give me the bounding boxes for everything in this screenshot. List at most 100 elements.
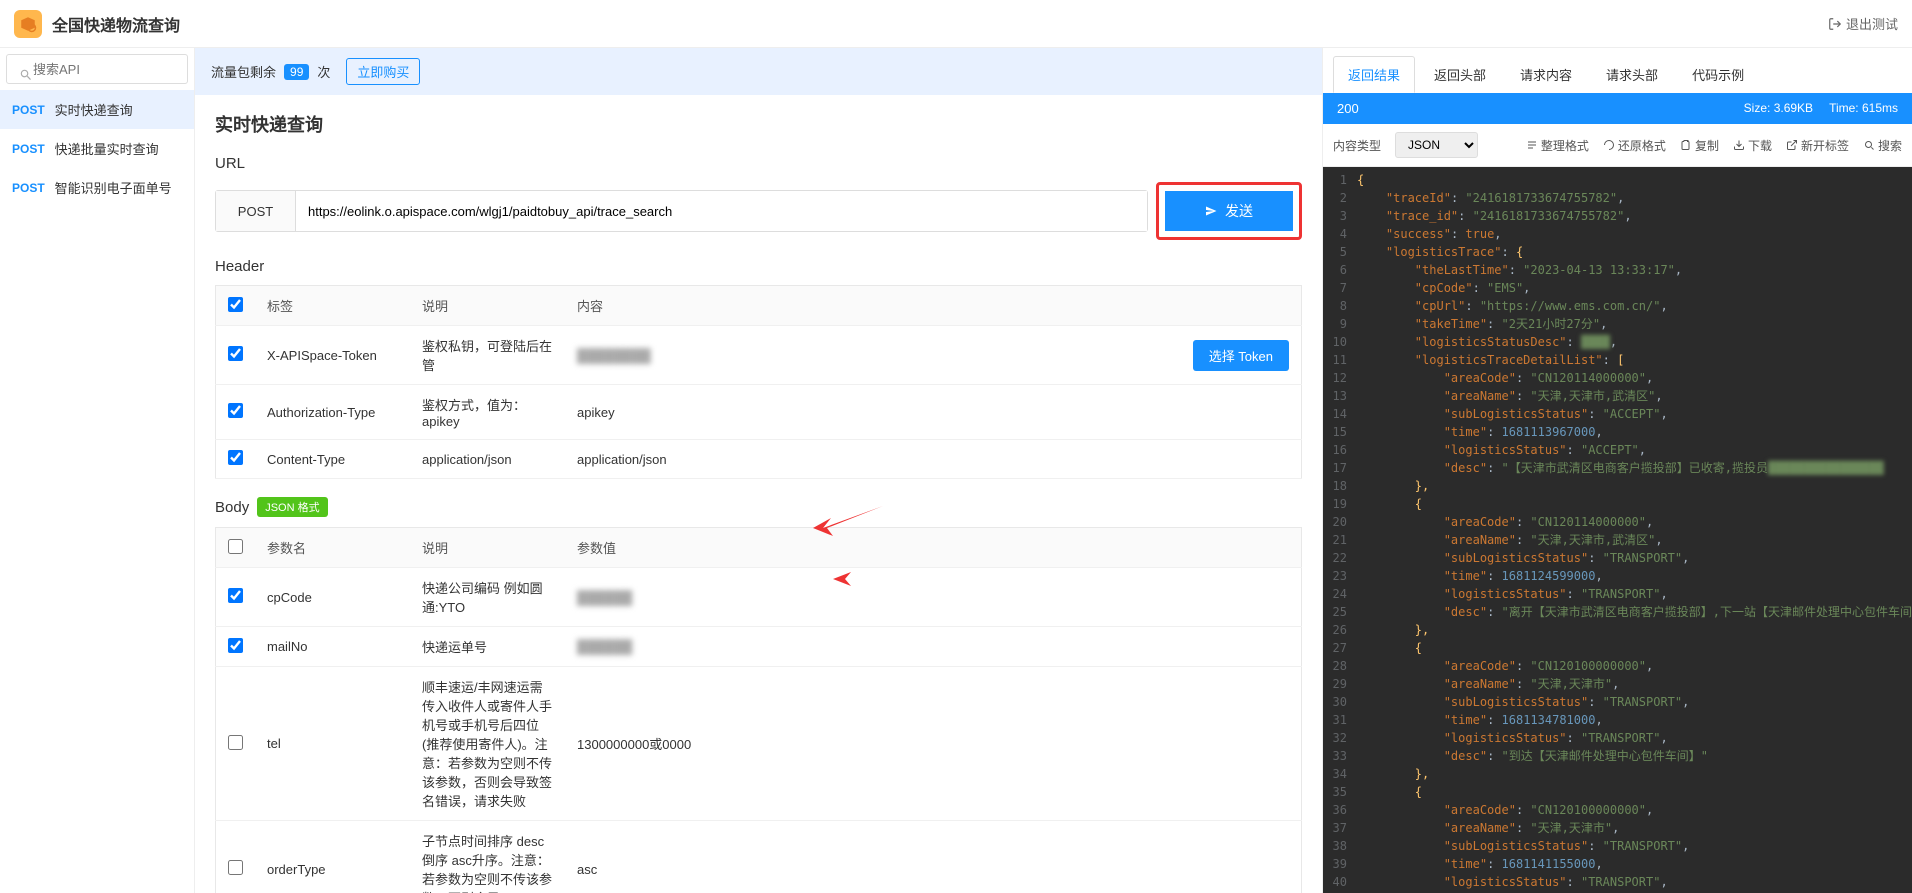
response-tab-3[interactable]: 请求头部 [1591, 56, 1673, 93]
send-highlight-box: 发送 [1156, 182, 1302, 240]
toolbar-action-5[interactable]: 搜索 [1863, 137, 1902, 154]
buy-now-button[interactable]: 立即购买 [346, 58, 420, 85]
header-row: Authorization-Type 鉴权方式，值为：apikey apikey [216, 385, 1302, 440]
body-row: orderType 子节点时间排序 desc倒序 asc升序。注意：若参数为空则… [216, 821, 1302, 893]
body-row-check[interactable] [228, 860, 243, 875]
body-table: 参数名 说明 参数值 cpCode 快递公司编码 例如圆通:YTO ██████… [215, 527, 1302, 893]
url-section-label: URL [215, 155, 1302, 172]
header-name: X-APISpace-Token [255, 326, 410, 385]
header-desc: 鉴权私钥，可登陆后在管 [410, 326, 565, 385]
toolbar-action-3[interactable]: 下载 [1733, 137, 1772, 154]
search-input[interactable] [6, 54, 188, 84]
body-value: asc [577, 862, 597, 877]
body-col-name: 参数名 [255, 528, 410, 568]
header-col-content: 内容 [565, 286, 1302, 326]
response-tab-0[interactable]: 返回结果 [1333, 56, 1415, 93]
toolbar-action-1[interactable]: 还原格式 [1603, 137, 1666, 154]
url-input[interactable] [296, 191, 1147, 231]
toolbar-action-2[interactable]: 复制 [1680, 137, 1719, 154]
toolbar-action-label: 新开标签 [1801, 137, 1849, 154]
send-label: 发送 [1225, 201, 1253, 221]
header-col-desc: 说明 [410, 286, 565, 326]
header-name: Authorization-Type [255, 385, 410, 440]
header-row: Content-Type application/json applicatio… [216, 440, 1302, 479]
toolbar-action-4[interactable]: 新开标签 [1786, 137, 1849, 154]
toolbar-icon [1863, 139, 1875, 151]
toolbar-action-label: 整理格式 [1541, 137, 1589, 154]
status-code: 200 [1337, 101, 1359, 116]
header-row: X-APISpace-Token 鉴权私钥，可登陆后在管 ████████ 选择 … [216, 326, 1302, 385]
json-format-badge: JSON 格式 [257, 497, 327, 517]
header-desc: application/json [410, 440, 565, 479]
nav-label: 快递批量实时查询 [55, 139, 159, 158]
send-button[interactable]: 发送 [1165, 191, 1293, 231]
body-checkall[interactable] [228, 539, 243, 554]
response-tab-4[interactable]: 代码示例 [1677, 56, 1759, 93]
body-name: cpCode [255, 568, 410, 627]
header-row-check[interactable] [228, 346, 243, 361]
toolbar-icon [1733, 139, 1745, 151]
status-bar: 200 Size: 3.69KB Time: 615ms [1323, 93, 1912, 124]
body-name: tel [255, 667, 410, 821]
body-desc: 快递运单号 [410, 627, 565, 667]
header-content: ████████ [577, 348, 651, 363]
topbar: 全国快递物流查询 退出测试 [0, 0, 1912, 48]
body-row: tel 顺丰速运/丰网速运需传入收件人或寄件人手机号或手机号后四位(推荐使用寄件… [216, 667, 1302, 821]
header-name: Content-Type [255, 440, 410, 479]
body-row-check[interactable] [228, 638, 243, 653]
send-icon [1205, 205, 1217, 217]
response-editor[interactable]: 1{2 "traceId": "2416181733674755782",3 "… [1323, 167, 1912, 893]
nav-method: POST [12, 181, 45, 195]
body-row: mailNo 快递运单号 ██████ [216, 627, 1302, 667]
response-panel: 返回结果返回头部请求内容请求头部代码示例 200 Size: 3.69KB Ti… [1322, 48, 1912, 893]
exit-label: 退出测试 [1846, 14, 1898, 33]
quota-count-badge: 99 [284, 64, 309, 80]
sidebar-item-0[interactable]: POST实时快递查询 [0, 90, 194, 129]
select-token-button[interactable]: 选择 Token [1193, 340, 1289, 371]
body-desc: 顺丰速运/丰网速运需传入收件人或寄件人手机号或手机号后四位(推荐使用寄件人)。注… [410, 667, 565, 821]
header-row-check[interactable] [228, 403, 243, 418]
toolbar-action-label: 复制 [1695, 137, 1719, 154]
nav-method: POST [12, 142, 45, 156]
header-table: 标签 说明 内容 X-APISpace-Token 鉴权私钥，可登陆后在管 ██… [215, 285, 1302, 479]
sidebar-item-1[interactable]: POST 快递批量实时查询 [0, 129, 194, 168]
toolbar-action-label: 搜索 [1878, 137, 1902, 154]
banner-prefix: 流量包剩余 [211, 62, 276, 81]
url-method: POST [216, 191, 296, 231]
time-label: Time: [1829, 101, 1859, 115]
format-select[interactable]: JSON [1395, 132, 1478, 158]
banner-suffix: 次 [317, 62, 330, 81]
toolbar-icon [1603, 139, 1615, 151]
body-desc: 子节点时间排序 desc倒序 asc升序。注意：若参数为空则不传该参数，否则会导 [410, 821, 565, 893]
sidebar-item-2[interactable]: POST 智能识别电子面单号 [0, 168, 194, 207]
toolbar-icon [1526, 139, 1538, 151]
body-row: cpCode 快递公司编码 例如圆通:YTO ██████ [216, 568, 1302, 627]
body-value: 1300000000或0000 [577, 737, 691, 752]
content-type-label: 内容类型 [1333, 137, 1381, 154]
body-col-value: 参数值 [565, 528, 1302, 568]
response-tab-1[interactable]: 返回头部 [1419, 56, 1501, 93]
exit-test-button[interactable]: 退出测试 [1828, 14, 1898, 33]
toolbar-action-label: 还原格式 [1618, 137, 1666, 154]
nav-method: POST [12, 103, 45, 117]
header-desc: 鉴权方式，值为：apikey [410, 385, 565, 440]
toolbar-action-0[interactable]: 整理格式 [1526, 137, 1589, 154]
toolbar-icon [1680, 139, 1692, 151]
app-logo-icon [14, 10, 42, 38]
response-tab-2[interactable]: 请求内容 [1505, 56, 1587, 93]
body-row-check[interactable] [228, 588, 243, 603]
response-toolbar: 内容类型 JSON 整理格式 还原格式 复制 下载 新开标签 搜索 [1323, 124, 1912, 167]
toolbar-action-label: 下载 [1748, 137, 1772, 154]
center-panel: 流量包剩余 99 次 立即购买 实时快递查询 URL POST 发送 Heade… [195, 48, 1322, 893]
body-value: ██████ [577, 639, 632, 654]
body-name: orderType [255, 821, 410, 893]
header-content: apikey [577, 405, 615, 420]
body-row-check[interactable] [228, 735, 243, 750]
time-value: 615ms [1862, 101, 1898, 115]
quota-banner: 流量包剩余 99 次 立即购买 [195, 48, 1322, 95]
header-checkall[interactable] [228, 297, 243, 312]
body-value: ██████ [577, 590, 632, 605]
header-row-check[interactable] [228, 450, 243, 465]
nav-label: 智能识别电子面单号 [55, 178, 172, 197]
body-desc: 快递公司编码 例如圆通:YTO [410, 568, 565, 627]
